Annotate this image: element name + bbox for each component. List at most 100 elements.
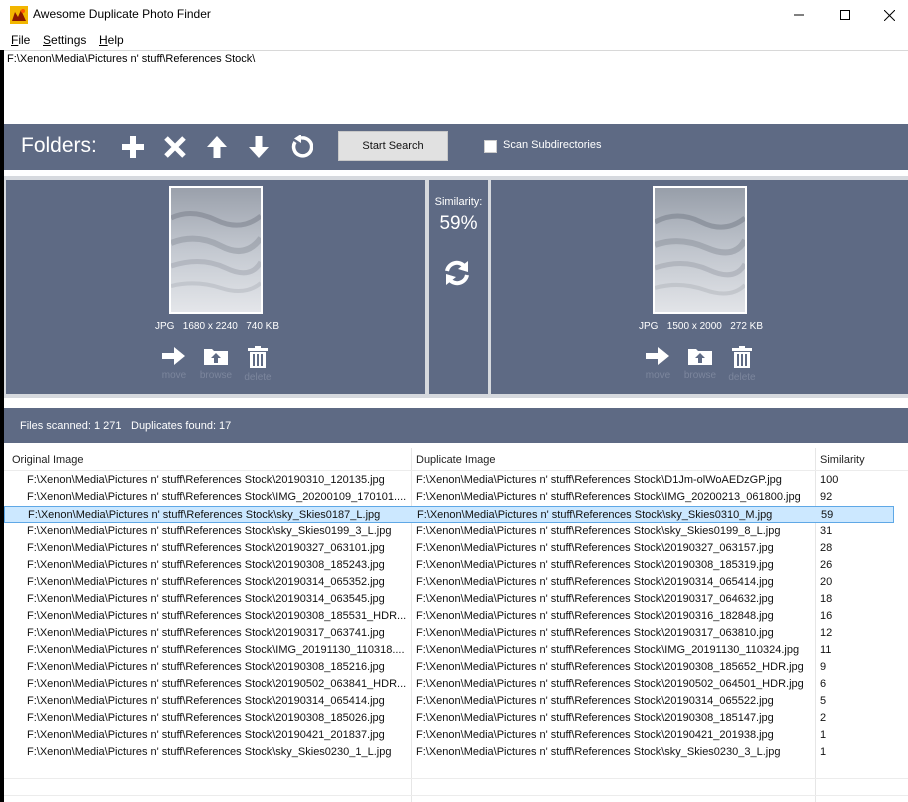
reset-icon[interactable]: [289, 135, 313, 159]
similarity-pane: Similarity: 59%: [429, 180, 488, 394]
similarity-cell: 1: [820, 729, 827, 741]
original-path-cell: F:\Xenon\Media\Pictures n' stuff\Referen…: [27, 559, 385, 571]
table-row[interactable]: F:\Xenon\Media\Pictures n' stuff\Referen…: [4, 557, 894, 574]
duplicate-path-cell: F:\Xenon\Media\Pictures n' stuff\Referen…: [416, 661, 804, 673]
folders-label: Folders:: [21, 134, 97, 157]
duplicate-move-button[interactable]: move: [641, 346, 675, 381]
duplicate-delete-button[interactable]: delete: [725, 346, 759, 383]
app-icon: [10, 6, 28, 24]
duplicate-path-cell: F:\Xenon\Media\Pictures n' stuff\Referen…: [416, 525, 781, 537]
duplicate-browse-button[interactable]: browse: [683, 346, 717, 381]
table-row[interactable]: F:\Xenon\Media\Pictures n' stuff\Referen…: [4, 540, 894, 557]
table-row[interactable]: F:\Xenon\Media\Pictures n' stuff\Referen…: [4, 642, 894, 659]
table-row[interactable]: F:\Xenon\Media\Pictures n' stuff\Referen…: [4, 693, 894, 710]
start-search-button[interactable]: Start Search: [338, 131, 448, 161]
table-row[interactable]: F:\Xenon\Media\Pictures n' stuff\Referen…: [4, 710, 894, 727]
original-delete-button[interactable]: delete: [241, 346, 275, 383]
similarity-cell: 5: [820, 695, 827, 707]
folder-list[interactable]: F:\Xenon\Media\Pictures n' stuff\Referen…: [4, 51, 908, 122]
grid-line: [4, 795, 908, 796]
scan-subdirectories-checkbox[interactable]: [484, 140, 497, 153]
original-path-cell: F:\Xenon\Media\Pictures n' stuff\Referen…: [27, 644, 405, 656]
table-row[interactable]: F:\Xenon\Media\Pictures n' stuff\Referen…: [4, 574, 894, 591]
move-down-icon[interactable]: [247, 135, 271, 159]
original-path-cell: F:\Xenon\Media\Pictures n' stuff\Referen…: [27, 542, 385, 554]
duplicate-image-info: JPG 1500 x 2000 272 KB: [639, 321, 764, 332]
original-image-thumbnail[interactable]: [169, 186, 263, 314]
column-header-duplicate[interactable]: Duplicate Image: [416, 454, 496, 466]
add-folder-icon[interactable]: [121, 135, 145, 159]
original-move-button[interactable]: move: [157, 346, 191, 381]
similarity-cell: 28: [820, 542, 833, 554]
original-image-pane: JPG 1680 x 2240 740 KB move browse delet…: [6, 180, 425, 394]
original-path-cell: F:\Xenon\Media\Pictures n' stuff\Referen…: [27, 712, 385, 724]
original-path-cell: F:\Xenon\Media\Pictures n' stuff\Referen…: [27, 746, 392, 758]
duplicate-path-cell: F:\Xenon\Media\Pictures n' stuff\Referen…: [416, 695, 774, 707]
swap-icon[interactable]: [443, 260, 471, 286]
similarity-cell: 11: [820, 644, 832, 656]
original-image-info: JPG 1680 x 2240 740 KB: [155, 321, 280, 332]
original-path-cell: F:\Xenon\Media\Pictures n' stuff\Referen…: [28, 509, 381, 521]
duplicate-path-cell: F:\Xenon\Media\Pictures n' stuff\Referen…: [416, 746, 781, 758]
column-header-similarity[interactable]: Similarity: [820, 454, 865, 466]
duplicate-path-cell: F:\Xenon\Media\Pictures n' stuff\Referen…: [416, 576, 774, 588]
table-row[interactable]: F:\Xenon\Media\Pictures n' stuff\Referen…: [4, 523, 894, 540]
duplicate-image-thumbnail[interactable]: [653, 186, 747, 314]
similarity-value: 59%: [439, 213, 478, 234]
table-row[interactable]: F:\Xenon\Media\Pictures n' stuff\Referen…: [4, 727, 894, 744]
similarity-cell: 6: [820, 678, 827, 690]
similarity-label: Similarity:: [434, 196, 483, 208]
table-row[interactable]: F:\Xenon\Media\Pictures n' stuff\Referen…: [4, 608, 894, 625]
original-path-cell: F:\Xenon\Media\Pictures n' stuff\Referen…: [27, 525, 392, 537]
original-browse-button[interactable]: browse: [199, 346, 233, 381]
maximize-button[interactable]: [822, 0, 868, 30]
folder-path[interactable]: F:\Xenon\Media\Pictures n' stuff\Referen…: [7, 53, 255, 65]
table-row[interactable]: F:\Xenon\Media\Pictures n' stuff\Referen…: [4, 472, 894, 489]
menu-file[interactable]: File: [11, 33, 30, 47]
menu-settings[interactable]: Settings: [43, 33, 86, 47]
duplicate-path-cell: F:\Xenon\Media\Pictures n' stuff\Referen…: [416, 542, 774, 554]
close-button[interactable]: [866, 0, 908, 30]
grid-line: [4, 778, 908, 779]
table-row[interactable]: F:\Xenon\Media\Pictures n' stuff\Referen…: [4, 676, 894, 693]
cloud-image-left: [171, 188, 261, 312]
minimize-button[interactable]: [776, 0, 822, 30]
duplicate-path-cell: F:\Xenon\Media\Pictures n' stuff\Referen…: [416, 644, 800, 656]
menu-help[interactable]: Help: [99, 33, 124, 47]
duplicate-path-cell: F:\Xenon\Media\Pictures n' stuff\Referen…: [416, 491, 801, 503]
move-arrow-icon: [646, 347, 669, 365]
duplicate-image-pane: JPG 1500 x 2000 272 KB move browse delet…: [491, 180, 908, 394]
duplicate-path-cell: F:\Xenon\Media\Pictures n' stuff\Referen…: [416, 712, 774, 724]
move-up-icon[interactable]: [205, 135, 229, 159]
similarity-cell: 92: [820, 491, 833, 503]
similarity-cell: 18: [820, 593, 833, 605]
table-row[interactable]: F:\Xenon\Media\Pictures n' stuff\Referen…: [4, 591, 894, 608]
similarity-cell: 16: [820, 610, 833, 622]
table-row[interactable]: F:\Xenon\Media\Pictures n' stuff\Referen…: [4, 625, 894, 642]
column-header-original[interactable]: Original Image: [12, 454, 84, 466]
original-path-cell: F:\Xenon\Media\Pictures n' stuff\Referen…: [27, 474, 385, 486]
duplicate-path-cell: F:\Xenon\Media\Pictures n' stuff\Referen…: [416, 678, 804, 690]
original-path-cell: F:\Xenon\Media\Pictures n' stuff\Referen…: [27, 661, 385, 673]
minimize-icon: [794, 14, 804, 16]
table-row[interactable]: F:\Xenon\Media\Pictures n' stuff\Referen…: [4, 659, 894, 676]
folders-toolbar: Folders: Start Search Scan Subdirectorie…: [4, 124, 908, 170]
close-icon: [883, 9, 895, 21]
remove-folder-icon[interactable]: [163, 135, 187, 159]
original-path-cell: F:\Xenon\Media\Pictures n' stuff\Referen…: [27, 576, 385, 588]
duplicate-path-cell: F:\Xenon\Media\Pictures n' stuff\Referen…: [416, 729, 774, 741]
table-row[interactable]: F:\Xenon\Media\Pictures n' stuff\Referen…: [4, 489, 894, 506]
duplicate-path-cell: F:\Xenon\Media\Pictures n' stuff\Referen…: [416, 593, 774, 605]
results-table: Original Image Duplicate Image Similarit…: [4, 448, 908, 802]
duplicates-found: Duplicates found: 17: [131, 420, 232, 432]
duplicate-path-cell: F:\Xenon\Media\Pictures n' stuff\Referen…: [416, 559, 774, 571]
original-path-cell: F:\Xenon\Media\Pictures n' stuff\Referen…: [27, 627, 385, 639]
table-row[interactable]: F:\Xenon\Media\Pictures n' stuff\Referen…: [4, 744, 894, 761]
maximize-icon: [840, 10, 850, 20]
duplicate-path-cell: F:\Xenon\Media\Pictures n' stuff\Referen…: [416, 474, 782, 486]
table-row[interactable]: F:\Xenon\Media\Pictures n' stuff\Referen…: [4, 506, 894, 523]
scan-subdirectories-label: Scan Subdirectories: [503, 139, 602, 151]
move-arrow-icon: [162, 347, 185, 365]
similarity-cell: 12: [820, 627, 833, 639]
trash-icon: [248, 346, 268, 368]
